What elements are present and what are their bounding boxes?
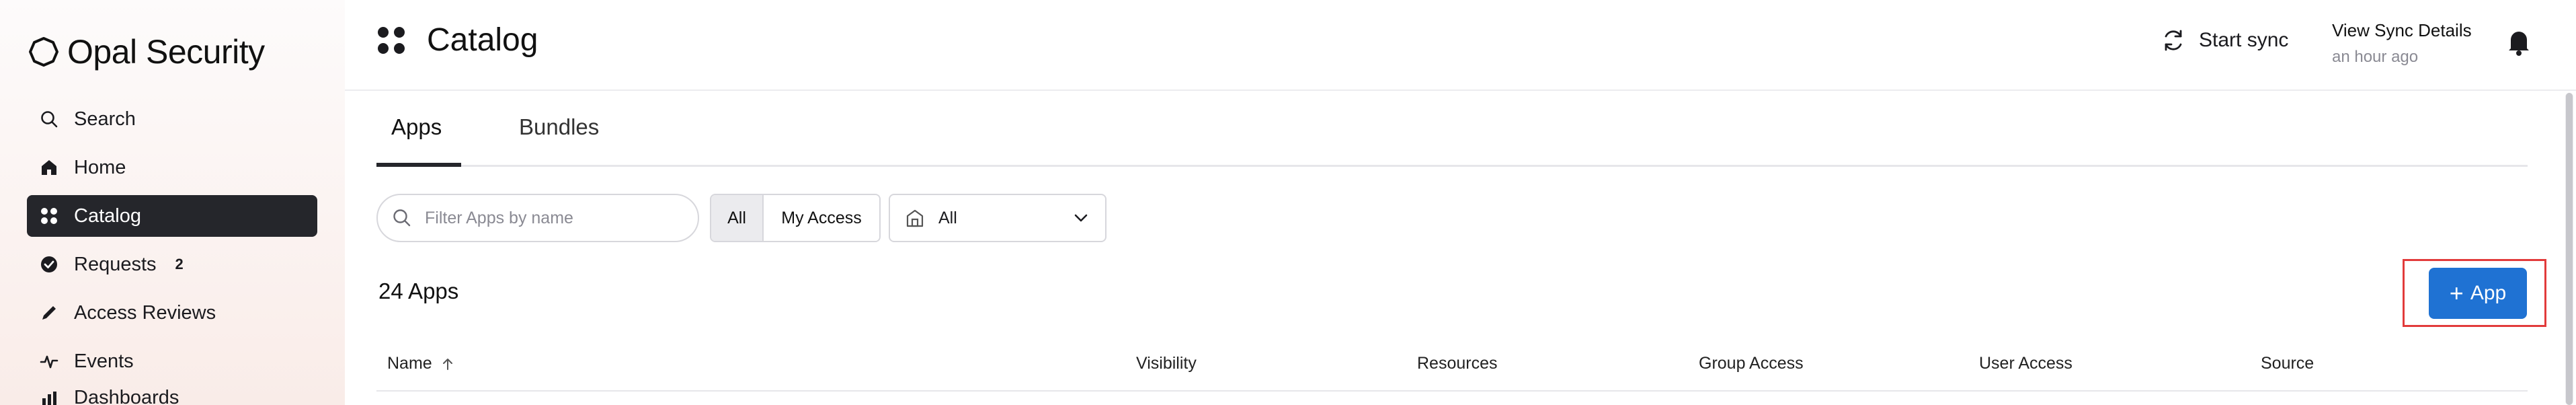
- sidebar-item-requests[interactable]: Requests 2: [27, 244, 317, 285]
- sidebar-item-access-reviews[interactable]: Access Reviews: [27, 292, 317, 334]
- view-sync-details-label: View Sync Details: [2332, 20, 2472, 40]
- sidebar-item-label: Catalog: [74, 205, 141, 227]
- sidebar-item-label: Search: [74, 108, 136, 130]
- column-header-label: Group Access: [1699, 354, 1804, 373]
- tab-bundles[interactable]: Bundles: [519, 114, 599, 140]
- sidebar: Opal Security Search Home Catalog Reques…: [0, 0, 345, 405]
- column-header-label: Resources: [1417, 354, 1498, 373]
- add-app-button[interactable]: + App: [2429, 268, 2527, 319]
- sidebar-item-dashboards[interactable]: Dashboards: [27, 389, 317, 405]
- search-icon: [41, 111, 58, 128]
- page-title: Catalog: [376, 22, 538, 59]
- search-field[interactable]: [376, 194, 699, 242]
- active-tab-indicator: [376, 163, 461, 167]
- access-filter-toggle: All My Access: [710, 194, 881, 242]
- sidebar-item-search[interactable]: Search: [27, 98, 317, 140]
- add-app-label: App: [2470, 282, 2507, 304]
- bell-icon[interactable]: [2505, 27, 2532, 57]
- brand-logo[interactable]: Opal Security: [27, 30, 265, 74]
- search-input[interactable]: [425, 208, 680, 228]
- plus-icon: +: [2449, 279, 2464, 307]
- column-header-label: User Access: [1979, 354, 2072, 373]
- catalog-tabs: Apps Bundles: [376, 91, 2528, 167]
- apps-table-header: Name Visibility Resources Group Access U…: [376, 343, 2528, 392]
- sidebar-item-label: Dashboards: [74, 389, 179, 405]
- home-icon: [42, 160, 56, 175]
- sidebar-item-label: Home: [74, 156, 126, 178]
- brand-name: Opal Security: [67, 33, 265, 71]
- sidebar-nav: Search Home Catalog Requests 2 Access Re…: [27, 98, 317, 405]
- building-icon: [906, 209, 924, 227]
- column-header-label: Name: [387, 354, 432, 373]
- column-header-visibility[interactable]: Visibility: [1136, 354, 1197, 373]
- column-header-source[interactable]: Source: [2261, 354, 2314, 373]
- column-header-name[interactable]: Name: [387, 354, 455, 373]
- chevron-down-icon: [1074, 214, 1088, 222]
- sidebar-item-label: Events: [74, 350, 134, 372]
- sidebar-item-home[interactable]: Home: [27, 147, 317, 188]
- refresh-icon: [2165, 30, 2182, 51]
- last-sync-time: an hour ago: [2332, 48, 2419, 66]
- page-title-text: Catalog: [427, 22, 538, 58]
- column-header-label: Source: [2261, 354, 2315, 373]
- sidebar-item-label: Requests: [74, 253, 157, 275]
- grid-icon: [41, 208, 57, 224]
- sidebar-item-catalog[interactable]: Catalog: [27, 195, 317, 237]
- column-header-resources[interactable]: Resources: [1417, 354, 1498, 373]
- select-value: All: [938, 208, 957, 227]
- sidebar-item-events[interactable]: Events: [27, 340, 317, 382]
- search-icon: [393, 209, 411, 227]
- sidebar-item-label: Access Reviews: [74, 301, 216, 324]
- pencil-icon: [42, 306, 56, 320]
- opal-logo-icon: [29, 37, 58, 67]
- activity-icon: [40, 355, 58, 369]
- filter-all-button[interactable]: All: [711, 195, 764, 241]
- scrollbar-thumb[interactable]: [2566, 93, 2573, 405]
- catalog-grid-icon: [378, 26, 405, 54]
- start-sync-label: Start sync: [2199, 29, 2289, 51]
- view-sync-details-link[interactable]: View Sync Details an hour ago: [2332, 20, 2472, 67]
- check-circle-icon: [41, 256, 57, 272]
- column-header-user-access[interactable]: User Access: [1979, 354, 2072, 373]
- apps-count: 24 Apps: [378, 279, 459, 303]
- filter-my-access-button[interactable]: My Access: [764, 195, 879, 241]
- column-header-label: Visibility: [1136, 354, 1197, 373]
- tab-apps[interactable]: Apps: [391, 114, 442, 140]
- sort-ascending-icon: [442, 358, 452, 370]
- start-sync-button[interactable]: Start sync: [2160, 27, 2288, 54]
- page-scrollbar[interactable]: [2565, 93, 2573, 405]
- chart-icon: [42, 392, 56, 405]
- requests-count-badge: 2: [175, 256, 184, 272]
- top-header: Catalog Start sync View Sync Details an …: [345, 0, 2576, 91]
- column-header-group-access[interactable]: Group Access: [1699, 354, 1804, 373]
- app-type-select[interactable]: All: [889, 194, 1106, 242]
